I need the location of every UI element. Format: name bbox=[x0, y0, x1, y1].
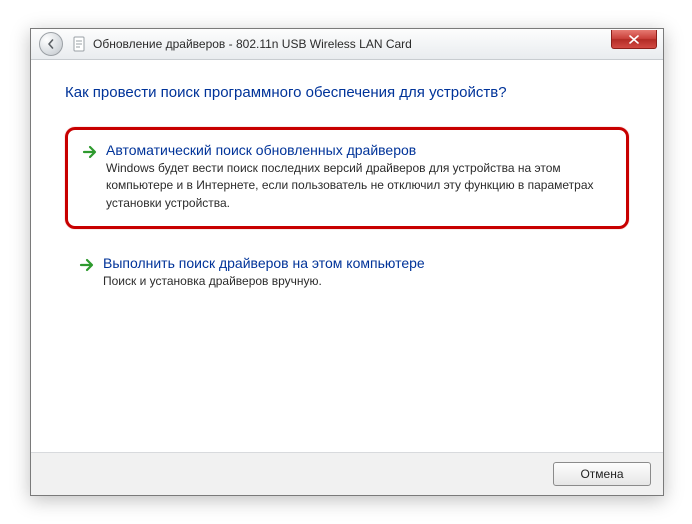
arrow-right-icon bbox=[79, 257, 95, 273]
page-heading: Как провести поиск программного обеспече… bbox=[65, 84, 629, 101]
dialog-content: Как провести поиск программного обеспече… bbox=[31, 60, 663, 452]
close-button[interactable] bbox=[611, 30, 657, 49]
window-titlebar: Обновление драйверов - 802.11n USB Wirel… bbox=[31, 29, 663, 60]
option-manual-search[interactable]: Выполнить поиск драйверов на этом компью… bbox=[65, 243, 629, 304]
arrow-right-icon bbox=[82, 144, 98, 160]
close-icon bbox=[629, 35, 639, 44]
option-auto-search[interactable]: Автоматический поиск обновленных драйвер… bbox=[65, 127, 629, 229]
document-icon bbox=[73, 36, 87, 52]
cancel-button[interactable]: Отмена bbox=[553, 462, 651, 486]
window-title: Обновление драйверов - 802.11n USB Wirel… bbox=[93, 37, 412, 51]
option-manual-title: Выполнить поиск драйверов на этом компью… bbox=[103, 255, 613, 271]
back-button[interactable] bbox=[39, 32, 63, 56]
arrow-left-icon bbox=[46, 39, 56, 49]
option-auto-title: Автоматический поиск обновленных драйвер… bbox=[106, 142, 610, 158]
option-auto-description: Windows будет вести поиск последних верс… bbox=[106, 160, 610, 212]
driver-update-dialog: Обновление драйверов - 802.11n USB Wirel… bbox=[30, 28, 664, 496]
dialog-footer: Отмена bbox=[31, 452, 663, 495]
option-manual-description: Поиск и установка драйверов вручную. bbox=[103, 273, 613, 290]
